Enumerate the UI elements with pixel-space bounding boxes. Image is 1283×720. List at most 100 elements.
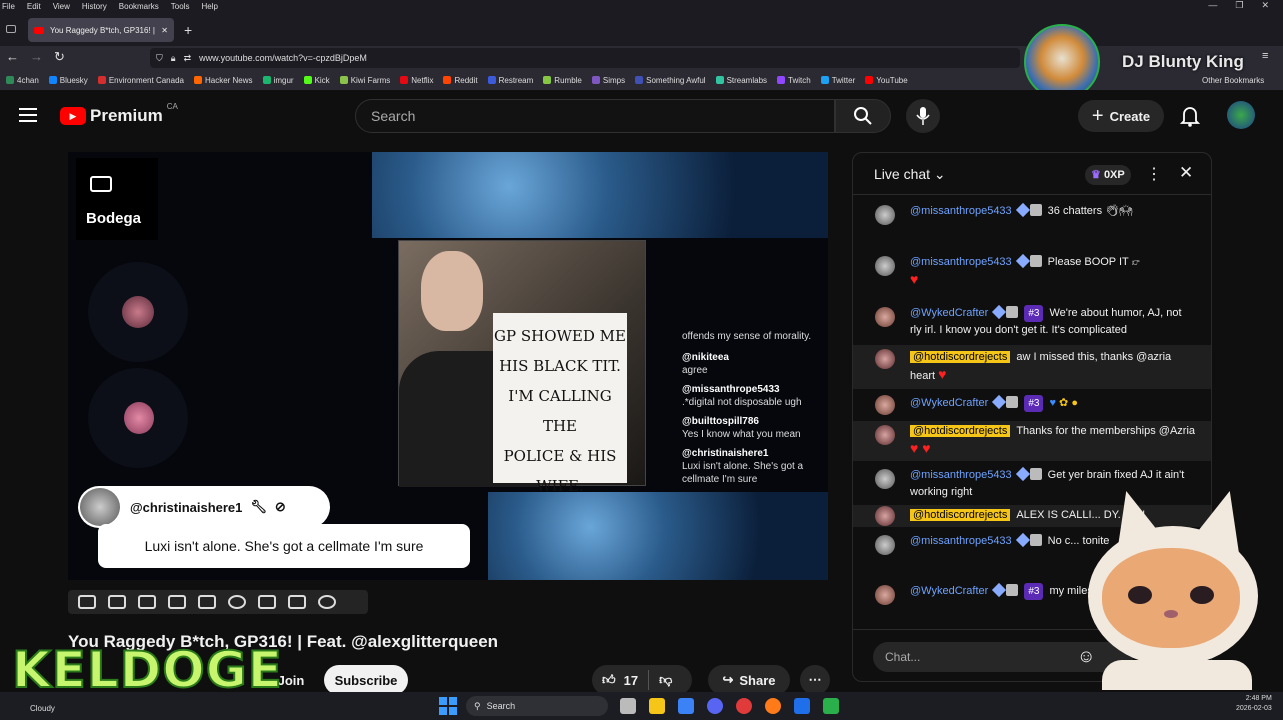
chat-author[interactable]: @WykedCrafter xyxy=(910,585,988,597)
chat-author[interactable]: @missanthrope5433 xyxy=(910,535,1012,547)
firefox-icon[interactable] xyxy=(765,698,781,714)
menu-bookmarks[interactable]: Bookmarks xyxy=(119,2,159,11)
dislike-button[interactable]: 👎︎ xyxy=(659,672,672,688)
chat-menu-icon[interactable]: ⋮ xyxy=(1146,164,1162,184)
bookmark-twitch[interactable]: Twitch xyxy=(777,76,811,85)
loop-icon[interactable] xyxy=(78,595,96,609)
url-text[interactable]: www.youtube.com/watch?v=-cpzdBjDpeM xyxy=(199,53,367,63)
emoji-row: ♥ xyxy=(1049,397,1056,409)
youtube-logo[interactable]: ▶ Premium CA xyxy=(60,102,178,126)
bookmark-4chan[interactable]: 4chan xyxy=(6,76,39,85)
taskbar-clock[interactable]: 2:48 PM 2026-02-03 xyxy=(1236,694,1272,714)
menu-file[interactable]: File xyxy=(2,2,15,11)
search-input[interactable]: Search xyxy=(355,99,835,133)
bookmark-kiwi-farms[interactable]: Kiwi Farms xyxy=(339,76,390,85)
url-bar[interactable]: ⛉ 🔒︎ ⇄ www.youtube.com/watch?v=-cpzdBjDp… xyxy=(150,48,1020,68)
more-actions-icon[interactable]: ⋯ xyxy=(800,665,830,695)
close-chat-icon[interactable]: ✕ xyxy=(1179,163,1193,183)
chat-author[interactable]: @missanthrope5433 xyxy=(910,256,1012,268)
add-icon[interactable] xyxy=(258,595,276,609)
new-tab-icon[interactable]: + xyxy=(184,22,192,38)
speed-icon[interactable] xyxy=(228,595,246,609)
chat-author[interactable]: @WykedCrafter xyxy=(910,307,988,319)
live-icon[interactable] xyxy=(108,595,126,609)
app-red-icon[interactable] xyxy=(736,698,752,714)
miniplayer-icon[interactable] xyxy=(198,595,216,609)
permissions-icon[interactable]: ⇄ xyxy=(184,53,192,64)
maximize-icon[interactable]: ❐ xyxy=(1235,0,1243,11)
divider xyxy=(648,670,650,690)
bookmark-something-awful[interactable]: Something Awful xyxy=(635,76,706,85)
photo-face xyxy=(421,251,483,331)
chat-author[interactable]: @hotdiscordrejects xyxy=(910,425,1011,437)
create-button[interactable]: + Create xyxy=(1078,100,1164,132)
forward-icon[interactable]: → xyxy=(30,49,43,64)
menu-view[interactable]: View xyxy=(53,2,70,11)
notifications-bell-icon[interactable] xyxy=(1179,105,1201,132)
subscribe-button[interactable]: Subscribe xyxy=(324,665,408,695)
dj-avatar xyxy=(1024,24,1100,100)
task-view-icon[interactable] xyxy=(620,698,636,714)
bookmark-twitter[interactable]: Twitter xyxy=(820,76,855,85)
bookmark-hacker-news[interactable]: Hacker News xyxy=(193,76,253,85)
app-menu-icon[interactable]: ≡ xyxy=(1262,50,1268,62)
tab-active[interactable]: You Raggedy B*tch, GP316! | Fe ✕ xyxy=(28,18,174,42)
menu-edit[interactable]: Edit xyxy=(27,2,41,11)
hamburger-menu-icon[interactable] xyxy=(19,108,37,122)
account-avatar[interactable] xyxy=(1227,101,1255,129)
app-blue-icon[interactable] xyxy=(794,698,810,714)
chat-author[interactable]: @missanthrope5433 xyxy=(910,205,1012,217)
close-tab-icon[interactable]: ✕ xyxy=(161,26,168,35)
voice-search-button[interactable] xyxy=(906,99,940,133)
reload-icon[interactable]: ↻ xyxy=(54,49,65,65)
chat-author[interactable]: @WykedCrafter xyxy=(910,397,988,409)
sign-paper: GP SHOWED ME HIS BLACK TIT. I'M CALLING … xyxy=(493,313,627,495)
live-chat-dropdown[interactable]: Live chat ⌄ xyxy=(874,166,946,183)
app-green-icon[interactable] xyxy=(823,698,839,714)
screenshot-icon[interactable] xyxy=(288,595,306,609)
create-label: Create xyxy=(1109,108,1151,124)
xp-badge[interactable]: ♛ 0XP xyxy=(1085,165,1131,185)
search-button[interactable] xyxy=(835,99,891,133)
bookmark-reddit[interactable]: Reddit xyxy=(443,76,478,85)
rank-badge: #3 xyxy=(1024,583,1044,600)
captions-icon[interactable] xyxy=(138,595,156,609)
bookmark-environment-canada[interactable]: Environment Canada xyxy=(97,76,184,85)
taskbar-search[interactable]: ⚲ Search xyxy=(466,696,608,716)
chat-author[interactable]: @hotdiscordrejects xyxy=(910,509,1011,521)
discord-icon[interactable] xyxy=(707,698,723,714)
share-button[interactable]: ↪ Share xyxy=(708,665,790,695)
chat-avatar xyxy=(875,469,895,489)
other-bookmarks[interactable]: Other Bookmarks xyxy=(1202,76,1264,85)
bookmark-streamlabs[interactable]: Streamlabs xyxy=(715,76,767,85)
weather-text[interactable]: Cloudy xyxy=(30,704,55,713)
chat-author[interactable]: @hotdiscordrejects xyxy=(910,351,1011,363)
bookmark-imgur[interactable]: imgur xyxy=(262,76,294,85)
back-icon[interactable]: ← xyxy=(6,49,19,64)
bookmark-youtube[interactable]: YouTube xyxy=(865,76,908,85)
like-button[interactable]: 👍︎ 17 xyxy=(602,672,638,688)
bookmark-simps[interactable]: Simps xyxy=(591,76,625,85)
bookmark-bluesky[interactable]: Bluesky xyxy=(48,76,88,85)
guest-avatar-2 xyxy=(124,402,154,434)
lock-icon[interactable]: 🔒︎ xyxy=(171,53,176,64)
video-player[interactable]: Bodega GP SHOWED ME HIS BLACK TIT. I'M C… xyxy=(68,152,828,580)
menu-tools[interactable]: Tools xyxy=(171,2,190,11)
bookmark-rumble[interactable]: Rumble xyxy=(543,76,582,85)
close-window-icon[interactable]: ✕ xyxy=(1261,0,1269,11)
menu-help[interactable]: Help xyxy=(201,2,217,11)
settings-gear-icon[interactable] xyxy=(318,595,336,609)
file-explorer-icon[interactable] xyxy=(649,698,665,714)
tab-overview-icon[interactable] xyxy=(6,25,16,33)
bookmark-kick[interactable]: Kick xyxy=(303,76,330,85)
clip-icon[interactable] xyxy=(168,595,186,609)
shield-icon[interactable]: ⛉ xyxy=(156,53,163,64)
chat-author[interactable]: @missanthrope5433 xyxy=(910,469,1012,481)
minimize-icon[interactable]: — xyxy=(1208,0,1217,11)
bookmark-netflix[interactable]: Netflix xyxy=(400,76,433,85)
windows-start-icon[interactable] xyxy=(439,697,457,715)
menu-history[interactable]: History xyxy=(82,2,107,11)
player-controls xyxy=(68,590,368,614)
bookmark-restream[interactable]: Restream xyxy=(487,76,533,85)
copilot-icon[interactable] xyxy=(678,698,694,714)
